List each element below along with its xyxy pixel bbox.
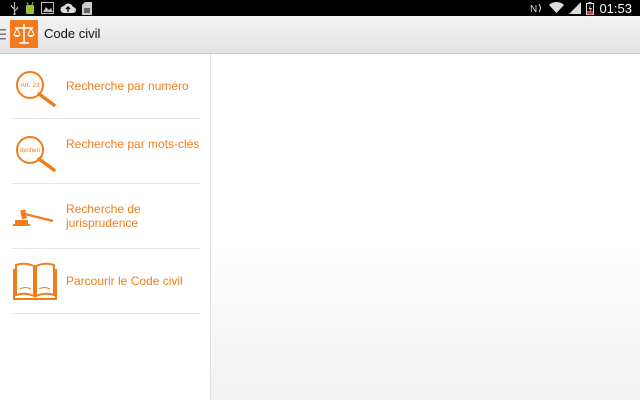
content-pane — [211, 54, 640, 400]
magnifier-keyword-icon: deshen — [16, 136, 56, 172]
cloud-upload-icon — [60, 3, 76, 13]
notification-icons — [10, 1, 92, 15]
nav-item-search-by-number[interactable]: Art. 23 Recherche par numéro — [11, 54, 200, 119]
nav-item-label: Recherche par numéro — [66, 79, 189, 93]
app-logo[interactable] — [10, 20, 38, 48]
image-icon — [41, 2, 54, 14]
android-debug-icon — [26, 1, 34, 14]
system-icons: N 01:53 — [530, 0, 632, 16]
open-book-icon — [13, 262, 57, 300]
status-bar: N 01:53 — [0, 0, 640, 16]
nav-item-label: Recherche de jurisprudence — [66, 202, 141, 230]
app-title: Code civil — [44, 26, 101, 41]
nav-item-label: Parcourir le Code civil — [66, 274, 183, 288]
sd-card-icon — [82, 1, 92, 15]
signal-icon — [569, 2, 582, 14]
svg-text:Art. 23: Art. 23 — [20, 82, 40, 89]
gavel-icon — [13, 209, 54, 226]
sidebar: Art. 23 Recherche par numéro deshen Rech… — [0, 54, 211, 400]
magnifier-article-icon: Art. 23 — [16, 71, 56, 107]
nfc-icon: N — [530, 3, 542, 14]
drawer-menu-icon[interactable] — [0, 29, 6, 40]
nav-item-browse-code[interactable]: Parcourir le Code civil — [11, 249, 200, 314]
nav-item-label: Recherche par mots-clés — [66, 137, 200, 151]
nav-item-search-by-keywords[interactable]: deshen Recherche par mots-clés — [11, 119, 200, 184]
clock: 01:53 — [599, 0, 632, 16]
svg-text:N: N — [530, 4, 537, 14]
scales-of-justice-icon — [13, 24, 35, 44]
nav-item-search-jurisprudence[interactable]: Recherche de jurisprudence — [11, 184, 200, 249]
wifi-icon — [549, 2, 565, 13]
svg-text:deshen: deshen — [20, 148, 40, 154]
usb-icon — [10, 1, 19, 15]
action-bar: Code civil — [0, 16, 640, 54]
battery-charging-icon — [586, 1, 595, 15]
